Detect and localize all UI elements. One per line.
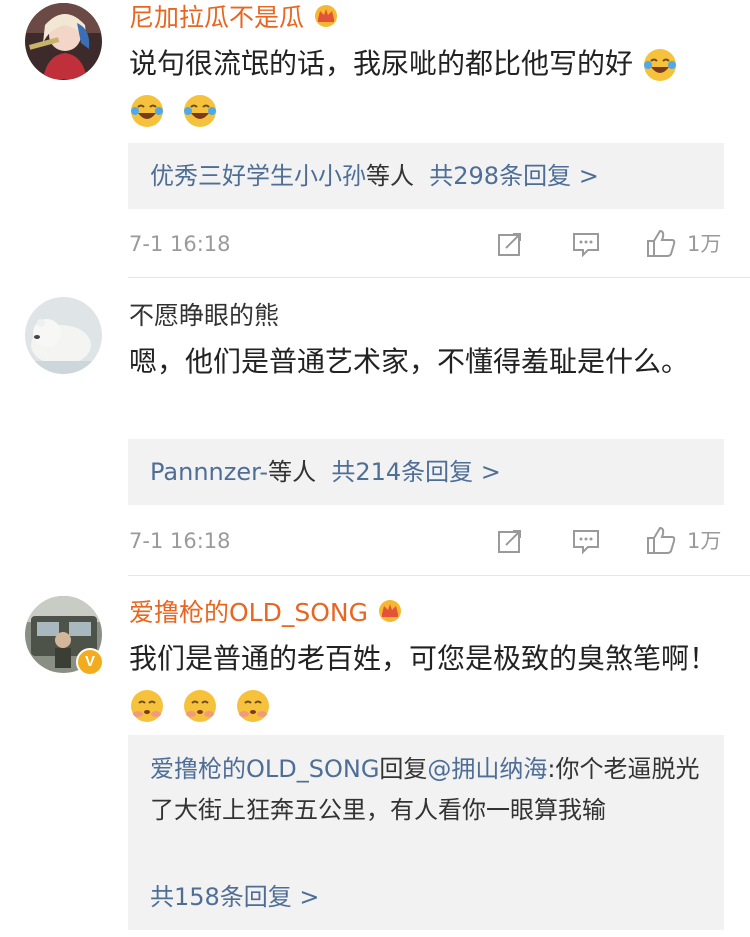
timestamp: 7-1 16:18 — [129, 529, 231, 553]
vip-crown-icon — [376, 598, 404, 630]
comment-icon — [571, 230, 601, 258]
reply-verb: 回复 — [379, 755, 428, 783]
reply-count-text: 共158条回复 > — [150, 883, 320, 911]
vip-crown-icon — [312, 3, 340, 35]
comment-text: 说句很流氓的话，我尿呲的都比他写的好 — [129, 41, 719, 133]
reply-count-link[interactable]: 共298条回复 > — [429, 162, 599, 190]
divider — [128, 277, 750, 278]
reply-count-link[interactable]: 共214条回复 > — [331, 458, 501, 486]
like-button[interactable]: 1万 — [645, 228, 721, 258]
mention-link[interactable]: @拥山纳海 — [427, 755, 547, 783]
thumbs-up-icon — [645, 525, 677, 555]
reply-preview[interactable]: Pannnzer-等人 共214条回复 > — [128, 439, 724, 505]
repost-button[interactable] — [496, 230, 524, 258]
divider — [128, 575, 750, 576]
blushing-face-emoji — [182, 688, 218, 724]
like-count: 1万 — [687, 232, 722, 256]
reply-user-link[interactable]: Pannnzer- — [150, 458, 268, 486]
comment-button[interactable] — [571, 230, 601, 258]
blushing-face-emoji — [235, 688, 271, 724]
reply-user-link[interactable]: 优秀三好学生小小孙 — [150, 162, 366, 190]
comment-text: 嗯，他们是普通艺术家，不懂得羞耻是什么。 — [129, 345, 690, 378]
like-count: 1万 — [687, 529, 722, 553]
tears-of-joy-emoji — [129, 93, 165, 129]
avatar[interactable] — [25, 3, 102, 80]
comment-icon — [571, 527, 601, 555]
reply-summary[interactable]: Pannnzer-等人 共214条回复 > — [150, 455, 501, 489]
reply-preview[interactable]: 优秀三好学生小小孙等人 共298条回复 > — [128, 143, 724, 209]
timestamp: 7-1 16:18 — [129, 232, 231, 256]
verified-badge: V — [76, 648, 104, 676]
reply-content[interactable]: 爱撸枪的OLD_SONG回复@拥山纳海:你个老逼脱光了大街上狂奔五公里，有人看你… — [150, 749, 710, 831]
reply-suffix: 等人 — [268, 458, 317, 486]
like-button[interactable]: 1万 — [645, 525, 721, 555]
username[interactable]: 爱撸枪的OLD_SONG — [129, 597, 404, 630]
tears-of-joy-emoji — [182, 93, 218, 129]
avatar[interactable] — [25, 297, 102, 374]
tears-of-joy-emoji — [642, 47, 678, 83]
comment-button[interactable] — [571, 527, 601, 555]
repost-icon — [496, 230, 524, 258]
reply-summary[interactable]: 优秀三好学生小小孙等人 共298条回复 > — [150, 159, 599, 193]
blushing-face-emoji — [129, 688, 165, 724]
thumbs-up-icon — [645, 228, 677, 258]
reply-suffix: 等人 — [366, 162, 414, 190]
username[interactable]: 尼加拉瓜不是瓜 — [129, 2, 340, 35]
repost-button[interactable] — [496, 527, 524, 555]
username[interactable]: 不愿睁眼的熊 — [129, 300, 279, 332]
comment-text: 我们是普通的老百姓，可您是极致的臭煞笔啊！ — [129, 636, 719, 728]
reply-count-link[interactable]: 共158条回复 > — [150, 880, 320, 914]
repost-icon — [496, 527, 524, 555]
reply-user-link[interactable]: 爱撸枪的OLD_SONG — [150, 755, 379, 783]
reply-preview[interactable]: 爱撸枪的OLD_SONG回复@拥山纳海:你个老逼脱光了大街上狂奔五公里，有人看你… — [128, 735, 724, 930]
